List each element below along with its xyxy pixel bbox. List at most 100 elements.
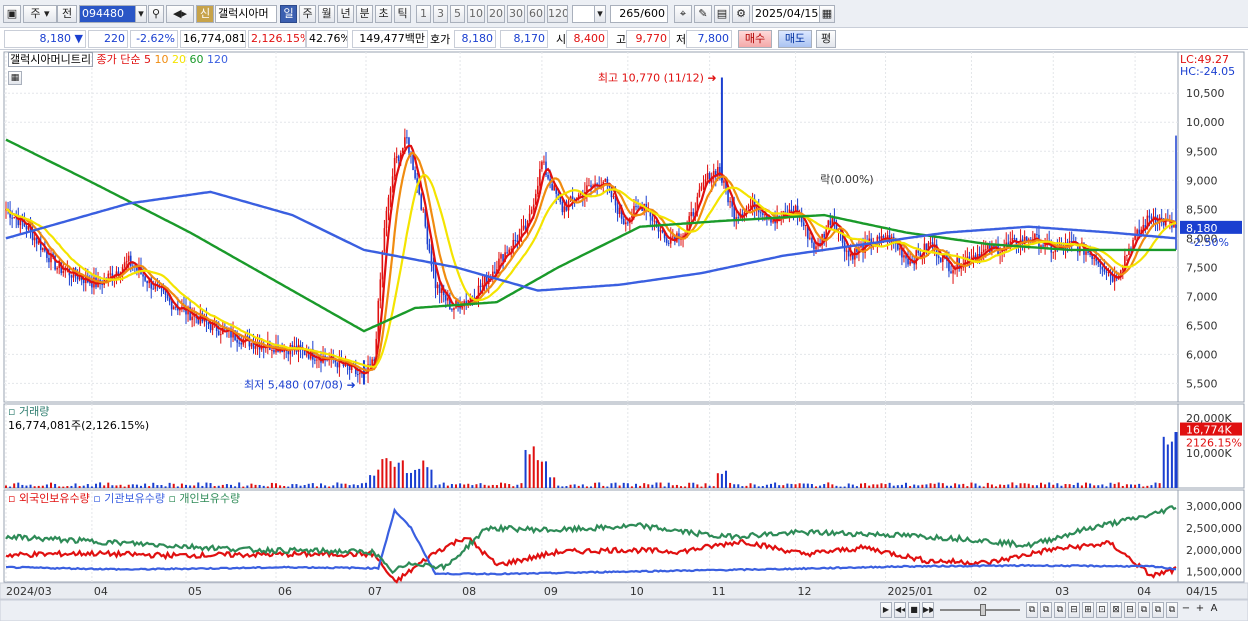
volume-bar [180, 483, 183, 488]
volume-title-text: 거래량 [18, 405, 50, 418]
forward-icon[interactable]: ▶▶ [922, 602, 934, 618]
volume-bar [365, 482, 367, 488]
volume-bar [590, 486, 592, 488]
candle-body [909, 261, 911, 265]
calendar-icon[interactable]: ▦ [819, 5, 835, 23]
stop-icon[interactable]: ■ [908, 602, 920, 618]
interval-30[interactable]: 30 [507, 5, 525, 23]
volume-bar [618, 485, 621, 488]
interval-3[interactable]: 3 [433, 5, 448, 23]
draw-icon[interactable]: ✎ [694, 5, 712, 23]
candle-body [393, 157, 396, 177]
date-input[interactable]: 2025/04/15 [752, 5, 820, 23]
zoom-slider-thumb[interactable] [980, 604, 986, 616]
period-4[interactable]: 분 [356, 5, 373, 23]
candle-body [952, 270, 954, 274]
stock-chart[interactable]: 10,50010,0009,5009,0008,5008,0007,5007,0… [0, 51, 1248, 621]
candle-body [273, 349, 275, 353]
volume-bar [704, 483, 707, 488]
period-6[interactable]: 틱 [394, 5, 411, 23]
volume-bar [688, 482, 691, 488]
period-1[interactable]: 주 [299, 5, 316, 23]
layout-icon-8[interactable]: ⊟ [1124, 602, 1136, 618]
legend-stock-name[interactable]: 갤럭시아머니트리 [8, 52, 93, 67]
volume-bar [1121, 485, 1124, 488]
ma-legend-10: 10 [150, 53, 169, 66]
x-tick-label: 05 [188, 585, 202, 598]
layout-icon-1[interactable]: ⧉ [1026, 602, 1038, 618]
interval-60[interactable]: 60 [527, 5, 545, 23]
candle-body [70, 275, 73, 278]
layout-icon-6[interactable]: ⊡ [1096, 602, 1108, 618]
candle-body [627, 222, 629, 224]
volume-bar [344, 483, 347, 488]
layout-icon-11[interactable]: ⧉ [1166, 602, 1178, 618]
volume-bar [397, 462, 400, 488]
layout-icon-9[interactable]: ⧉ [1138, 602, 1150, 618]
search-icon[interactable]: ⚲ [148, 5, 164, 23]
save-icon[interactable]: ▤ [714, 5, 730, 23]
table-icon[interactable]: ▦ [8, 71, 22, 85]
volume-panel [3, 403, 1179, 489]
volume-bar [540, 461, 543, 488]
buy-button[interactable]: 매수 [738, 30, 772, 48]
scroll-left-icon[interactable]: ▶ [880, 602, 892, 618]
candle-body [506, 252, 508, 254]
period-0[interactable]: 일 [280, 5, 297, 23]
interval-10[interactable]: 10 [467, 5, 485, 23]
layout-icon-4[interactable]: ⊟ [1068, 602, 1080, 618]
rewind-icon[interactable]: ◀◀ [894, 602, 906, 618]
volume-bar [577, 485, 580, 488]
eval-button[interactable]: 평 [816, 30, 836, 48]
price-tick-label: 10,000 [1186, 116, 1225, 129]
interval-120[interactable]: 120 [547, 5, 568, 23]
candle-body [170, 301, 173, 310]
sell-button[interactable]: 매도 [778, 30, 812, 48]
volume-bar [810, 484, 813, 488]
candle-body [166, 294, 169, 299]
volume-bar [1150, 485, 1153, 488]
volume-bar [475, 484, 478, 488]
candle-body [907, 258, 909, 265]
period-3[interactable]: 년 [337, 5, 354, 23]
zoom-out-icon[interactable]: − [1180, 602, 1192, 618]
price-tick-label: 6,500 [1186, 319, 1218, 332]
stock-code-input[interactable]: 094480 [79, 5, 137, 23]
volume-bar [876, 484, 879, 488]
candle-body [651, 216, 654, 221]
volume-bar [1031, 485, 1034, 488]
layout-icon-2[interactable]: ⧉ [1040, 602, 1052, 618]
market-select[interactable]: 주 ▾ [23, 5, 57, 23]
interval-1[interactable]: 1 [416, 5, 431, 23]
volume-bar [1146, 485, 1149, 488]
code-dropdown-icon[interactable]: ▾ [135, 5, 147, 23]
layout-icon-7[interactable]: ⊠ [1110, 602, 1122, 618]
prefix-button[interactable]: 전 [57, 5, 77, 23]
volume-bar [667, 482, 670, 488]
layout-icon-3[interactable]: ⧉ [1054, 602, 1066, 618]
sound-icon[interactable]: ◀▸ [166, 5, 194, 23]
crosshair-icon[interactable]: ⌖ [674, 5, 692, 23]
chart-menu-icon[interactable]: ▣ [3, 5, 21, 23]
volume-bar [909, 486, 912, 488]
interval-5[interactable]: 5 [450, 5, 465, 23]
gear-icon[interactable]: ⚙ [732, 5, 750, 23]
layout-icon-5[interactable]: ⊞ [1082, 602, 1094, 618]
interval-dropdown-icon[interactable]: ▾ [594, 5, 606, 23]
count-input[interactable]: 265/600 [610, 5, 668, 23]
auto-scale-icon[interactable]: A [1208, 602, 1220, 618]
period-2[interactable]: 월 [318, 5, 335, 23]
candle-body [1052, 251, 1055, 253]
interval-20[interactable]: 20 [487, 5, 505, 23]
volume-bar [467, 483, 470, 488]
volume-bar [160, 485, 163, 488]
x-tick-label: 07 [368, 585, 382, 598]
period-5[interactable]: 초 [375, 5, 392, 23]
layout-icon-10[interactable]: ⧉ [1152, 602, 1164, 618]
zoom-in-icon[interactable]: + [1194, 602, 1206, 618]
bid-label: 호가 [430, 33, 451, 46]
volume-bar [299, 485, 302, 488]
x-tick-label: 11 [712, 585, 726, 598]
volume-bar [62, 486, 65, 488]
candle-body [1105, 271, 1108, 273]
